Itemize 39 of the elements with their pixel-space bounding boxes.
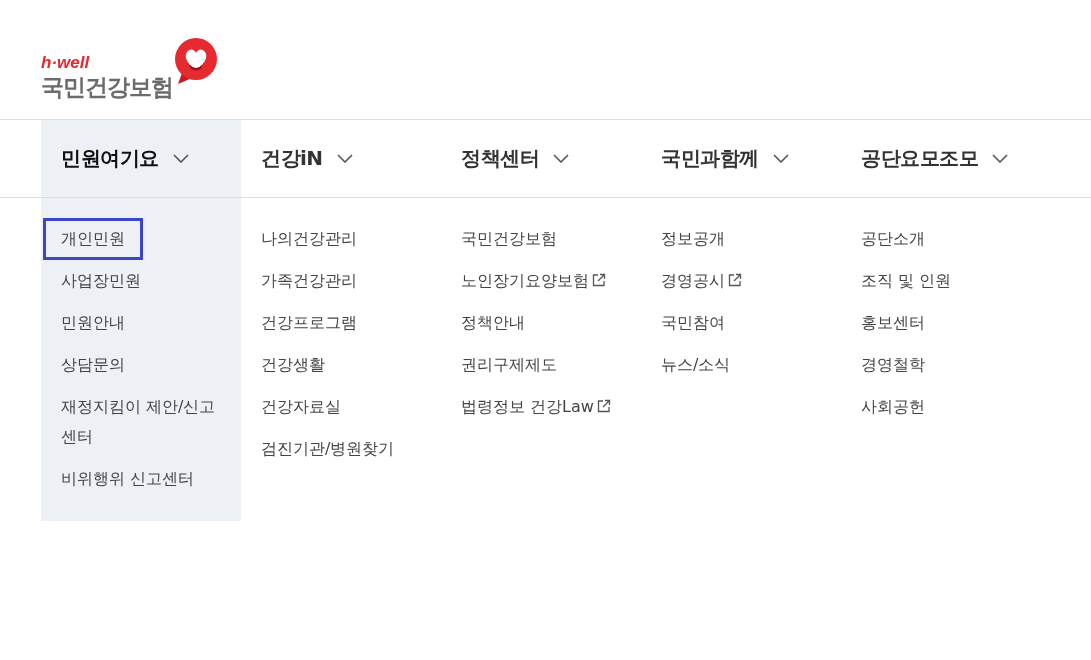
menu-tab[interactable]: 국민과함께: [641, 120, 841, 197]
chevron-down-icon: [553, 154, 569, 163]
heart-bubble-icon: [173, 38, 217, 84]
brand-tagline: h·well: [41, 53, 90, 73]
submenu-link[interactable]: 정보공개: [643, 218, 743, 260]
submenu-link[interactable]: 뉴스/소식: [643, 344, 749, 386]
submenu-link[interactable]: 가족건강관리: [243, 260, 375, 302]
menu-tab[interactable]: 민원여기요: [41, 120, 241, 197]
submenu-link[interactable]: 정책안내: [443, 302, 543, 344]
submenu-link[interactable]: 비위행위 신고센터: [43, 458, 213, 500]
submenu-link[interactable]: 검진기관/병원찾기: [243, 428, 413, 470]
submenu-link[interactable]: 상담문의: [43, 344, 143, 386]
submenu-link[interactable]: 법령정보 건강Law: [443, 386, 629, 428]
submenu-link[interactable]: 건강프로그램: [243, 302, 375, 344]
submenu-link[interactable]: 개인민원: [43, 218, 143, 260]
submenu-link[interactable]: 민원안내: [43, 302, 143, 344]
submenu-link[interactable]: 홍보센터: [843, 302, 943, 344]
submenu-link[interactable]: 재정지킴이 제안/신고 센터: [43, 386, 239, 458]
chevron-down-icon: [772, 154, 789, 163]
submenu-link[interactable]: 공단소개: [843, 218, 943, 260]
submenu-link[interactable]: 건강자료실: [243, 386, 359, 428]
menu-tab[interactable]: 정책센터: [441, 120, 641, 197]
submenu-link[interactable]: 조직 및 인원: [843, 260, 970, 302]
submenu-link[interactable]: 경영철학: [843, 344, 943, 386]
submenu-link[interactable]: 건강생활: [243, 344, 343, 386]
submenu-link[interactable]: 사회공헌: [843, 386, 943, 428]
chevron-down-icon: [172, 154, 189, 163]
chevron-down-icon: [336, 154, 353, 163]
submenu-link[interactable]: 사업장민원: [43, 260, 159, 302]
submenu-link[interactable]: 나의건강관리: [243, 218, 375, 260]
submenu-link[interactable]: 경영공시: [643, 260, 760, 302]
brand-name: 국민건강보험: [41, 73, 173, 101]
submenu-link[interactable]: 권리구제제도: [443, 344, 575, 386]
submenu-link[interactable]: 노인장기요양보험: [443, 260, 624, 302]
chevron-down-icon: [992, 154, 1008, 163]
menu-tab[interactable]: 건강iN: [241, 120, 441, 197]
menu-tab[interactable]: 공단요모조모: [841, 120, 1041, 197]
submenu-link[interactable]: 국민참여: [643, 302, 743, 344]
submenu-link[interactable]: 국민건강보험: [443, 218, 575, 260]
